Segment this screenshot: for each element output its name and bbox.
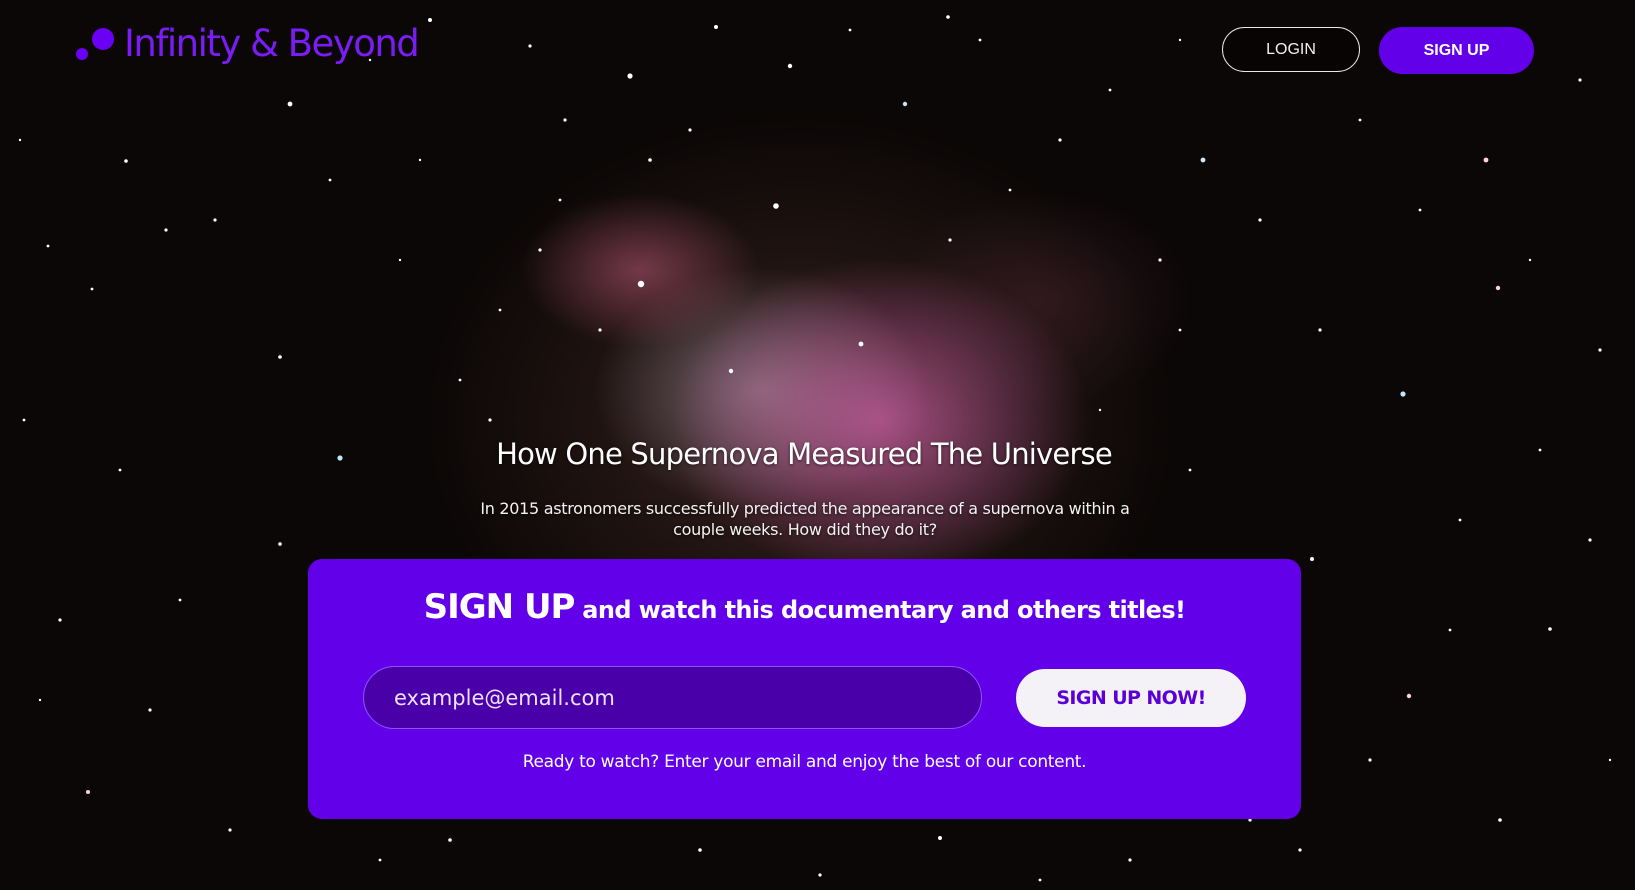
signup-headline: SIGN UP and watch this documentary and o… <box>308 587 1301 627</box>
brand-logo[interactable]: Infinity & Beyond <box>76 21 420 65</box>
signup-headline-rest: and watch this documentary and others ti… <box>574 596 1186 624</box>
signup-panel: SIGN UP and watch this documentary and o… <box>308 559 1301 819</box>
login-button[interactable]: LOGIN <box>1222 27 1360 72</box>
email-input[interactable] <box>363 666 982 729</box>
signup-now-button[interactable]: SIGN UP NOW! <box>1016 669 1246 727</box>
signup-note: Ready to watch? Enter your email and enj… <box>522 752 1087 772</box>
signup-headline-strong: SIGN UP <box>423 587 576 627</box>
hero-description: In 2015 astronomers successfully predict… <box>480 499 1130 539</box>
two-dots-logo-icon <box>76 24 114 62</box>
hero-title: How One Supernova Measured The Universe <box>496 437 1113 471</box>
landing-page: Infinity & Beyond LOGIN SIGN UP How One … <box>0 0 1635 890</box>
header-signup-button[interactable]: SIGN UP <box>1379 27 1534 74</box>
brand-name: Infinity & Beyond <box>124 21 420 65</box>
